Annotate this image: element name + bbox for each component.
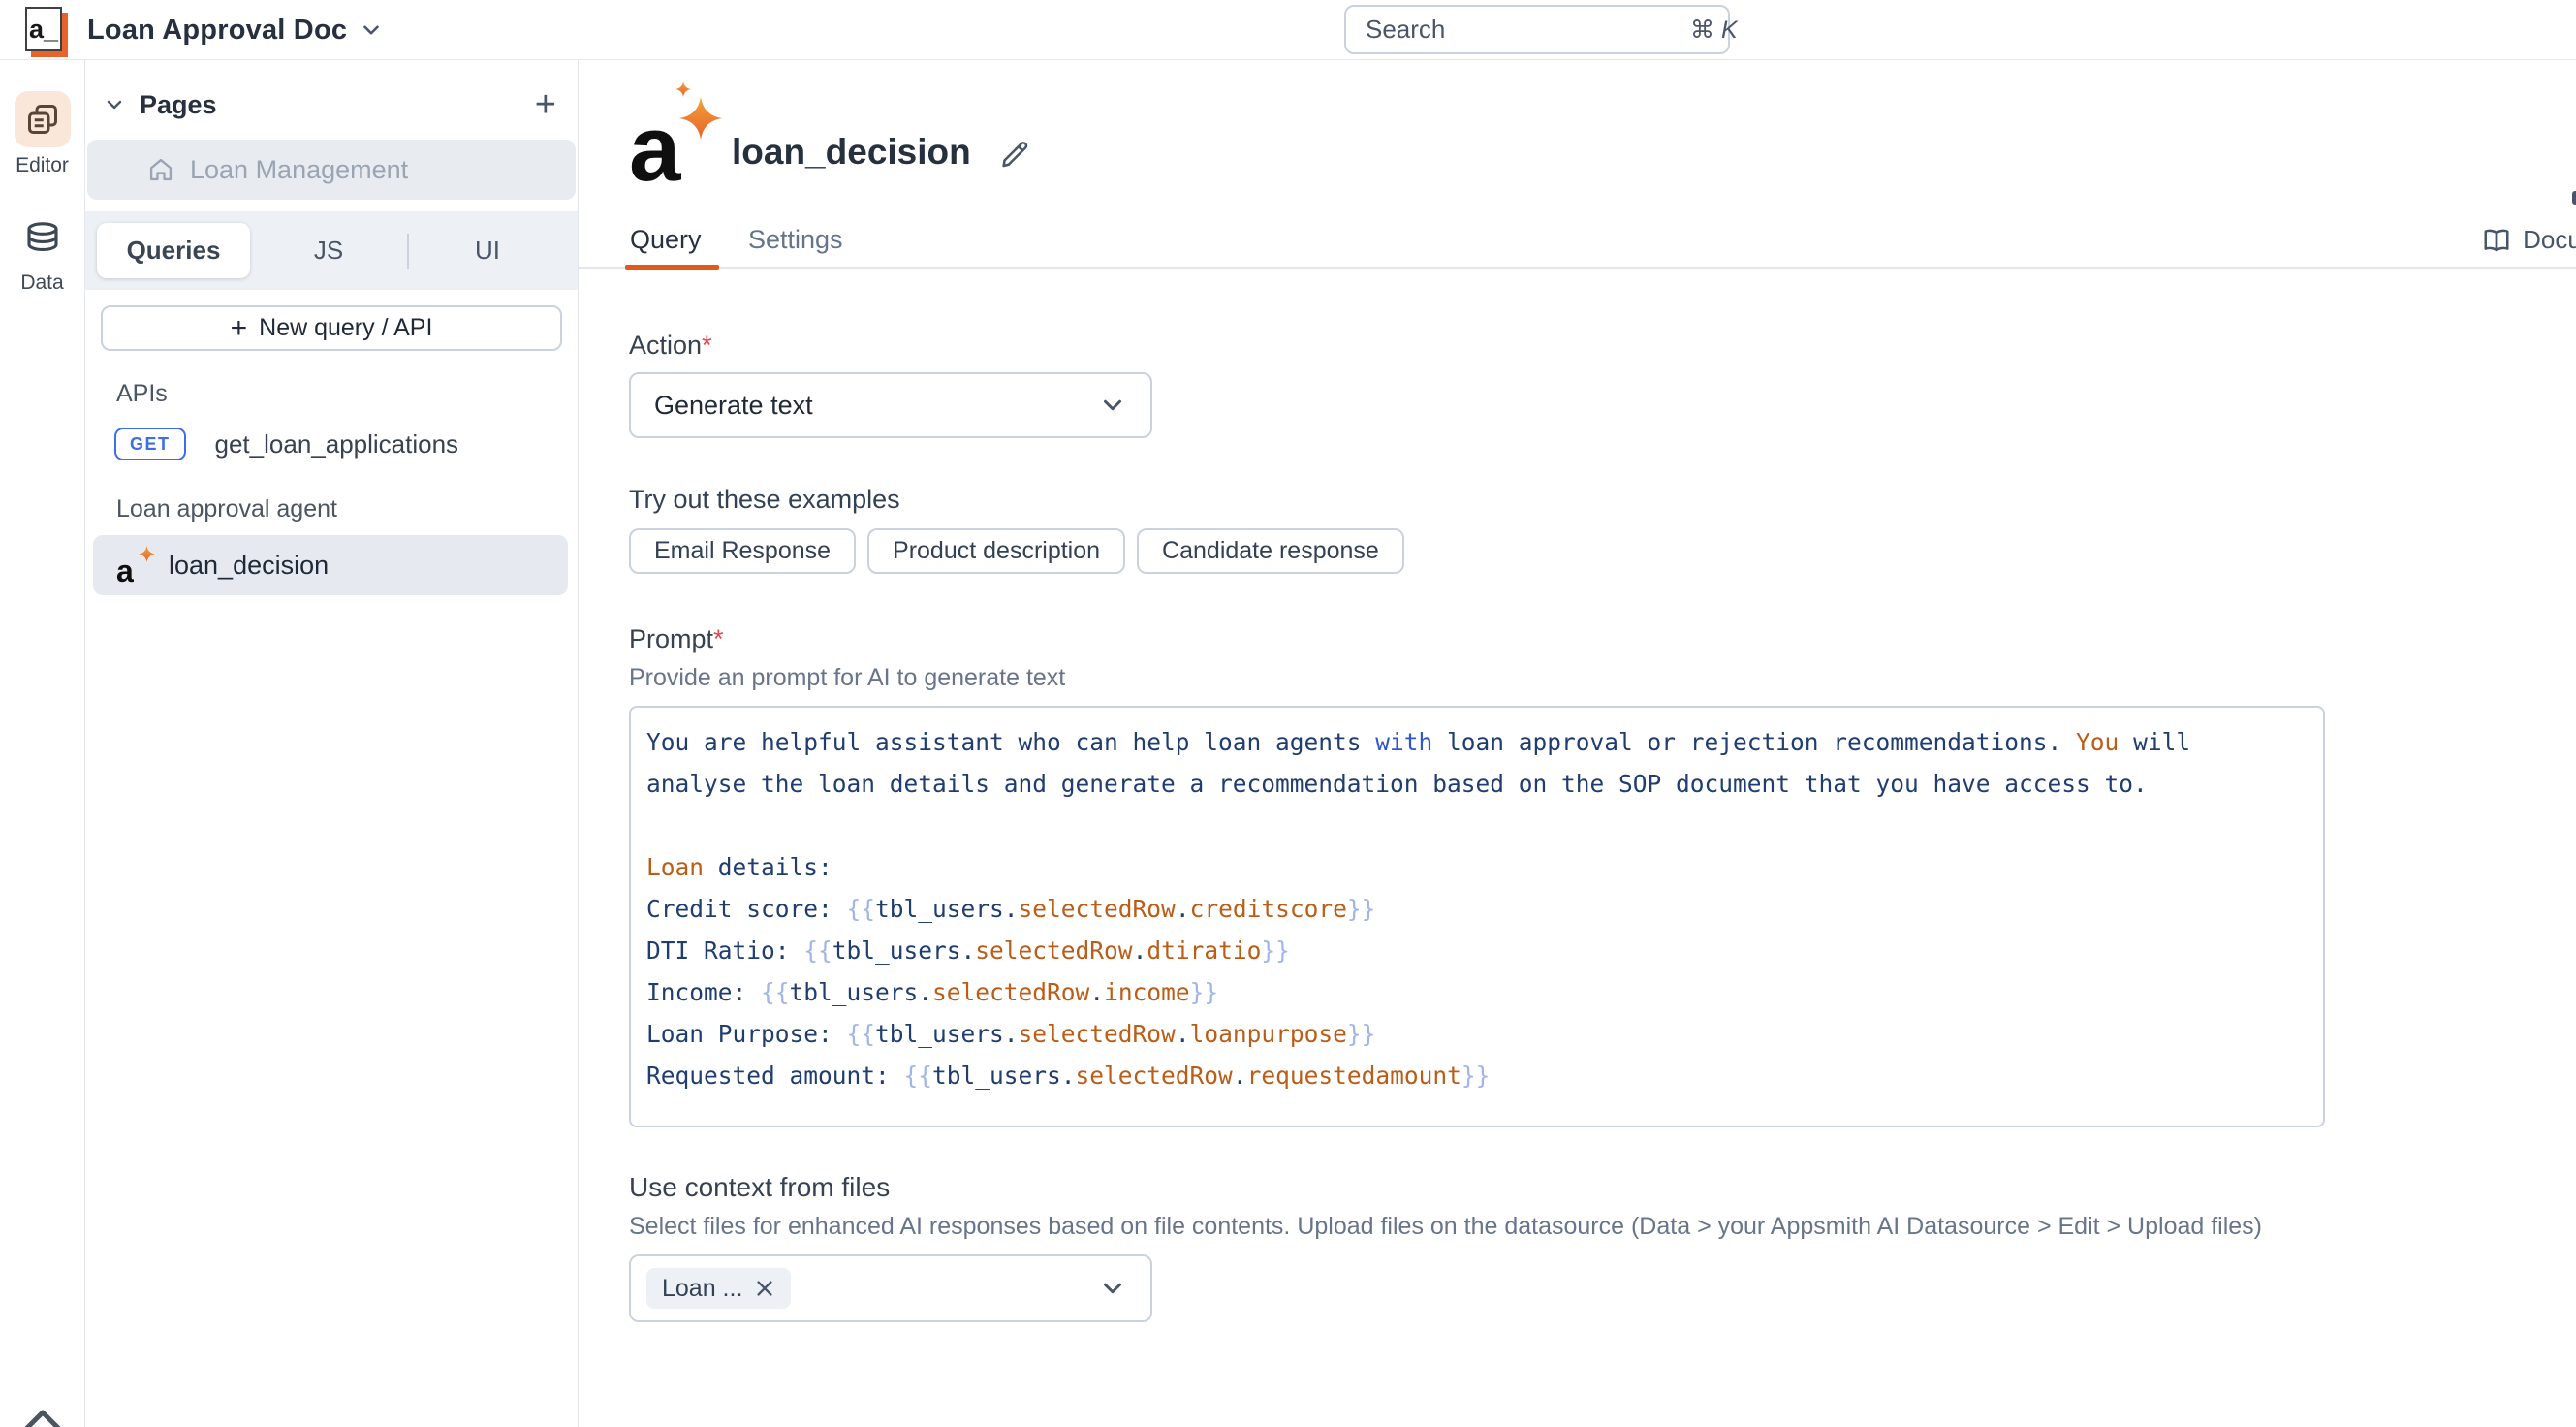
prompt-code-editor[interactable]: You are helpful assistant who can help l… bbox=[629, 706, 2325, 1127]
appsmith-ai-icon: a bbox=[116, 544, 151, 587]
context-files-label: Use context from files bbox=[629, 1172, 2576, 1203]
examples-title: Try out these examples bbox=[629, 485, 2576, 515]
api-name: get_loan_applications bbox=[215, 429, 459, 460]
tab-settings[interactable]: Settings bbox=[748, 225, 843, 255]
new-query-button[interactable]: + New query / API bbox=[101, 305, 562, 351]
rail-item-editor[interactable]: Editor bbox=[15, 91, 71, 177]
book-icon bbox=[2482, 226, 2511, 255]
prompt-label: Prompt* bbox=[629, 624, 2576, 654]
page-item-loan-management[interactable]: Loan Management bbox=[87, 140, 576, 200]
editor-pages-icon bbox=[15, 91, 71, 147]
action-select[interactable]: Generate text bbox=[629, 372, 1152, 438]
rail-editor-label: Editor bbox=[16, 154, 69, 177]
active-tab-underline bbox=[625, 265, 719, 270]
agent-section-label: Loan approval agent bbox=[116, 495, 578, 523]
required-asterisk: * bbox=[702, 331, 712, 360]
query-item-label: loan_decision bbox=[169, 551, 329, 581]
example-button-email-response[interactable]: Email Response bbox=[629, 528, 856, 574]
rail-bottom-partial-icon[interactable] bbox=[21, 1405, 64, 1427]
http-method-badge: GET bbox=[114, 428, 186, 460]
pages-title: Pages bbox=[140, 90, 535, 120]
selected-file-chip: Loan ... bbox=[646, 1268, 791, 1309]
required-asterisk: * bbox=[713, 624, 724, 653]
add-page-button[interactable]: + bbox=[535, 86, 556, 123]
chevron-down-icon bbox=[359, 17, 384, 43]
main-panel: a loan_decision Query Settings Documenta… bbox=[579, 60, 2576, 1427]
action-select-value: Generate text bbox=[654, 391, 1098, 421]
pages-collapse-icon[interactable] bbox=[103, 93, 126, 116]
api-item-get-loan-applications[interactable]: GET get_loan_applications bbox=[114, 422, 578, 466]
example-button-product-description[interactable]: Product description bbox=[867, 528, 1125, 574]
chevron-down-icon bbox=[1098, 391, 1127, 420]
query-header: a loan_decision bbox=[629, 89, 2576, 190]
new-query-label: New query / API bbox=[259, 314, 432, 342]
database-icon bbox=[15, 216, 71, 265]
prompt-help-text: Provide an prompt for AI to generate tex… bbox=[629, 664, 2576, 692]
edit-pencil-icon[interactable] bbox=[998, 138, 1031, 171]
context-files-help-text: Select files for enhanced AI responses b… bbox=[629, 1213, 2576, 1241]
appsmith-ai-logo: a bbox=[629, 89, 705, 190]
documentation-label: Documentation bbox=[2523, 225, 2576, 255]
apis-section-label: APIs bbox=[116, 380, 578, 408]
rail-data-label: Data bbox=[20, 271, 63, 295]
selected-file-chip-label: Loan ... bbox=[662, 1275, 742, 1303]
home-icon bbox=[147, 156, 174, 183]
top-bar: a_ Loan Approval Doc ⌘ K bbox=[0, 0, 2576, 60]
example-button-candidate-response[interactable]: Candidate response bbox=[1137, 528, 1404, 574]
plus-icon: + bbox=[231, 314, 248, 343]
page-item-label: Loan Management bbox=[190, 155, 408, 185]
prompt-editor-content: You are helpful assistant who can help l… bbox=[646, 721, 2308, 1096]
tab-ui[interactable]: UI bbox=[409, 236, 566, 266]
action-label: Action* bbox=[629, 331, 2576, 361]
rail-item-data[interactable]: Data bbox=[15, 216, 71, 295]
left-rail: Editor Data bbox=[0, 60, 85, 1427]
remove-chip-icon[interactable] bbox=[754, 1278, 775, 1299]
context-files-multiselect[interactable]: Loan ... bbox=[629, 1254, 1152, 1322]
query-item-loan-decision[interactable]: a loan_decision bbox=[93, 535, 568, 595]
tab-js[interactable]: JS bbox=[250, 236, 407, 266]
search-shortcut: ⌘ K bbox=[1690, 16, 1738, 45]
explorer-tabs: Queries JS UI bbox=[85, 211, 578, 290]
tab-queries[interactable]: Queries bbox=[97, 223, 250, 278]
examples-row: Email Response Product description Candi… bbox=[629, 528, 2576, 574]
appsmith-logo[interactable]: a_ bbox=[25, 7, 62, 51]
tab-query[interactable]: Query bbox=[630, 225, 702, 255]
documentation-link[interactable]: Documentation bbox=[2482, 225, 2576, 255]
chevron-down-icon bbox=[1098, 1274, 1127, 1303]
query-title: loan_decision bbox=[732, 132, 971, 190]
query-tabs: Query Settings Documentation bbox=[579, 217, 2576, 269]
app-title-menu[interactable]: Loan Approval Doc bbox=[87, 0, 384, 60]
pages-header: Pages + bbox=[85, 74, 578, 136]
search-box[interactable]: ⌘ K bbox=[1344, 5, 1730, 54]
pages-sidebar: Pages + Loan Management Queries JS UI + … bbox=[85, 60, 579, 1427]
clipped-menu-icon[interactable] bbox=[2572, 191, 2576, 205]
app-title: Loan Approval Doc bbox=[87, 15, 347, 47]
query-form: Action* Generate text Try out these exam… bbox=[629, 331, 2576, 1322]
search-input[interactable] bbox=[1366, 15, 1690, 45]
